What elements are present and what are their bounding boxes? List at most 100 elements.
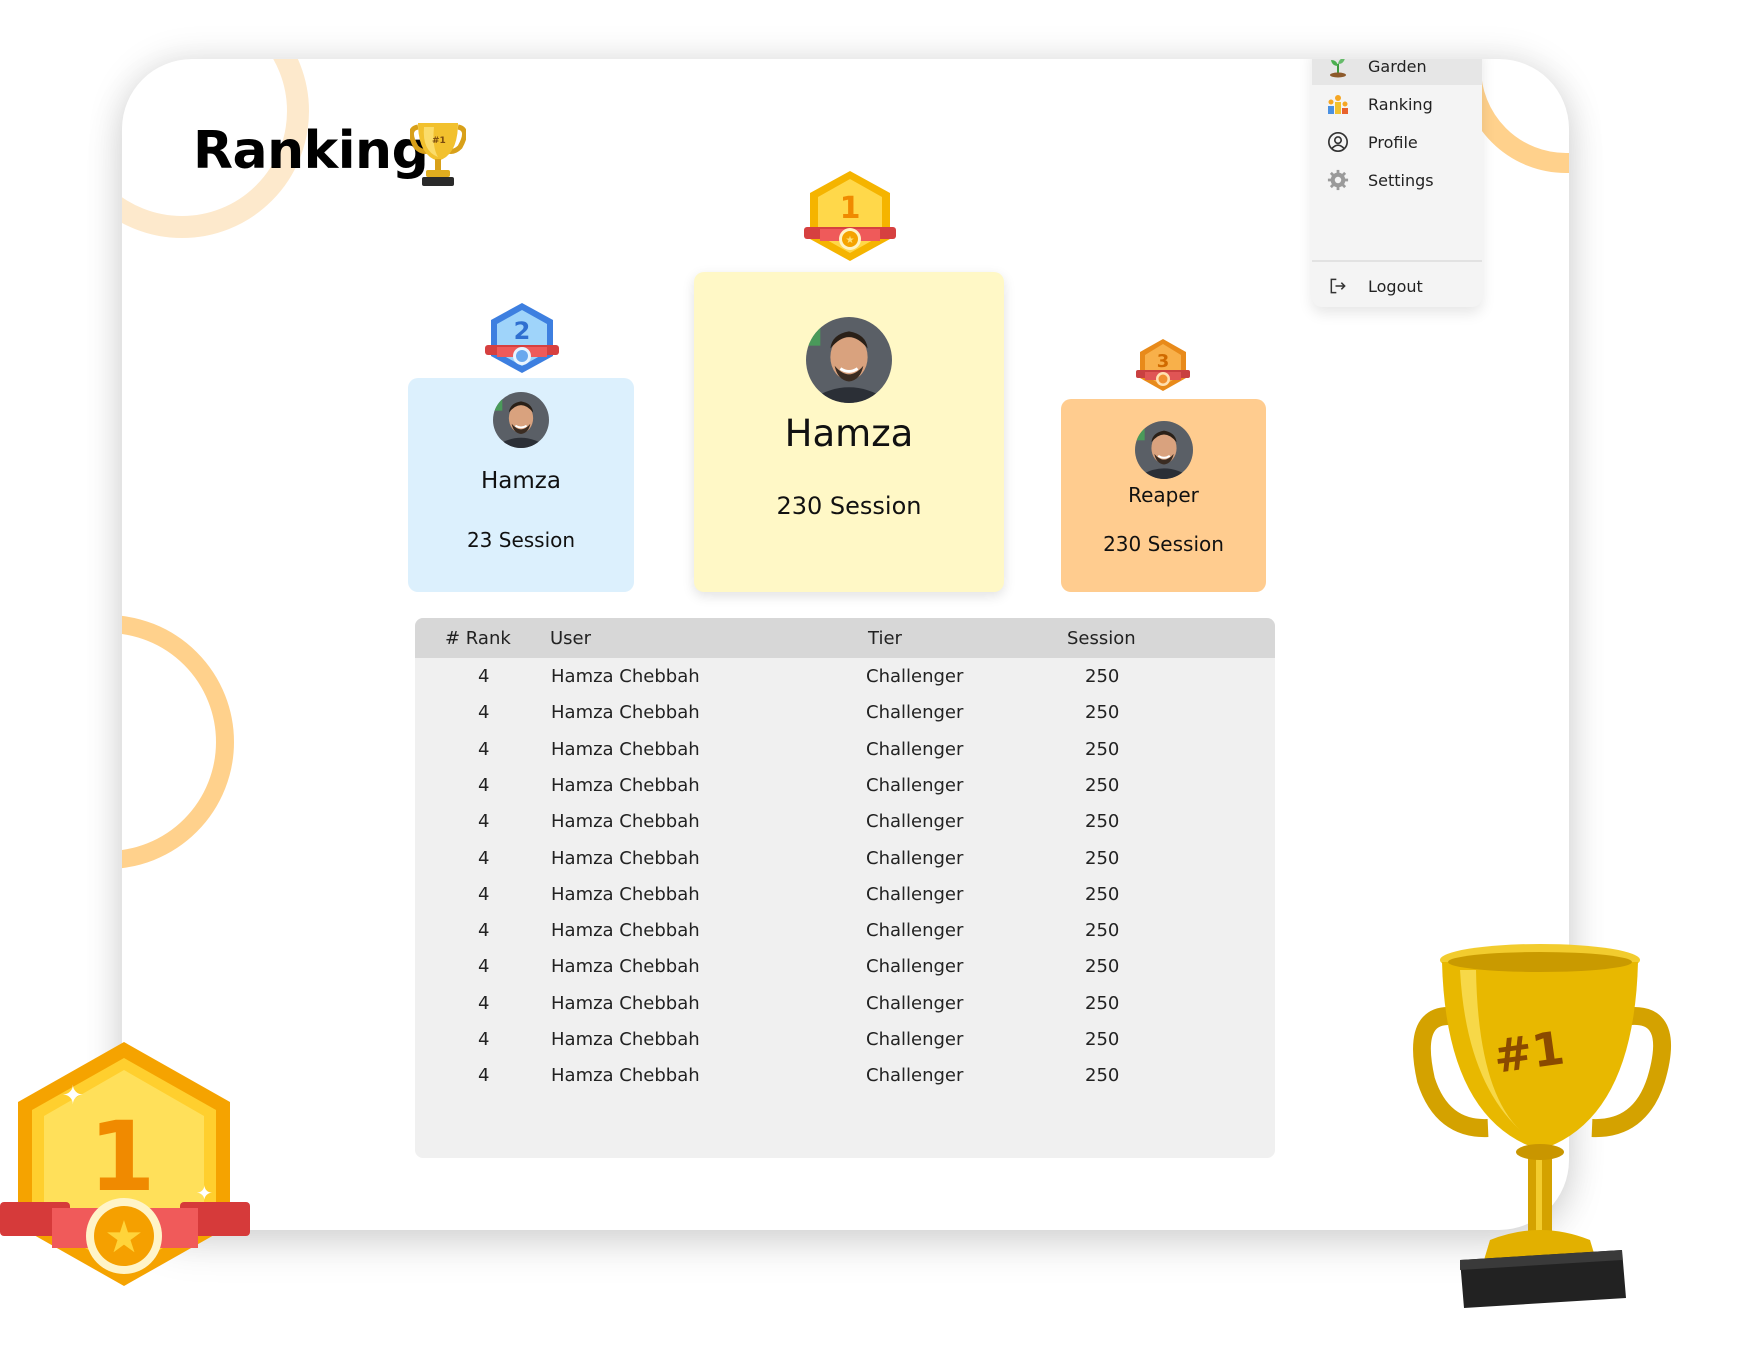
table-row[interactable]: 4 Hamza Chebbah Challenger 250 <box>415 694 1275 730</box>
menu-divider <box>1312 260 1482 262</box>
second-place-badge-icon: 2 <box>485 303 559 373</box>
tier-cell: Challenger <box>866 847 964 869</box>
table-row[interactable]: 4 Hamza Chebbah Challenger 250 <box>415 767 1275 803</box>
table-row[interactable]: 4 Hamza Chebbah Challenger 250 <box>415 912 1275 948</box>
large-first-place-badge-icon: ✦ ✦ 1 ★ <box>0 1042 250 1286</box>
table-row[interactable]: 4 Hamza Chebbah Challenger 250 <box>415 1057 1275 1093</box>
first-place-badge-icon: ★ 1 <box>804 171 896 261</box>
third-place-badge-icon: 3 <box>1136 339 1190 391</box>
menu-item-label: Settings <box>1368 170 1434 190</box>
rank-cell: 4 <box>478 956 490 978</box>
ranking-card: Ranking #1 Garden Ranking Profile Settin… <box>122 59 1569 1230</box>
gear-icon <box>1326 168 1350 192</box>
tier-cell: Challenger <box>866 883 964 905</box>
user-cell: Hamza Chebbah <box>551 992 700 1014</box>
menu-item-profile[interactable]: Profile <box>1312 123 1482 161</box>
badge-number: 1 <box>89 1101 156 1213</box>
player-name: Hamza <box>784 412 914 455</box>
user-cell: Hamza Chebbah <box>551 666 700 687</box>
table-row[interactable]: 4 Hamza Chebbah Challenger 250 <box>415 985 1275 1021</box>
column-header-session[interactable]: Session <box>1067 628 1136 649</box>
user-cell: Hamza Chebbah <box>551 920 700 942</box>
table-row[interactable]: 4 Hamza Chebbah Challenger 250 <box>415 948 1275 984</box>
svg-text:★: ★ <box>846 235 855 246</box>
podium-icon <box>1326 92 1350 116</box>
column-header-tier[interactable]: Tier <box>868 628 902 649</box>
session-cell: 250 <box>1085 811 1120 833</box>
svg-text:#1: #1 <box>432 136 446 146</box>
tier-cell: Challenger <box>866 666 964 687</box>
session-cell: 250 <box>1085 992 1120 1014</box>
tier-cell: Challenger <box>866 1065 964 1087</box>
badge-number: 1 <box>840 191 861 226</box>
table-row[interactable]: 4 Hamza Chebbah Challenger 250 <box>415 731 1275 767</box>
rank-cell: 4 <box>478 920 490 942</box>
rank-cell: 4 <box>478 883 490 905</box>
rank-cell: 4 <box>478 738 490 760</box>
player-sessions: 230 Session <box>1103 532 1224 556</box>
svg-text:✦: ✦ <box>62 1081 84 1111</box>
session-cell: 250 <box>1085 956 1120 978</box>
third-place-card[interactable]: Reaper 230 Session <box>1061 399 1266 592</box>
trophy-label: #1 <box>1490 1020 1567 1083</box>
avatar <box>493 392 549 448</box>
session-cell: 250 <box>1085 666 1120 687</box>
column-header-rank[interactable]: # Rank <box>445 628 511 649</box>
menu-item-garden[interactable]: Garden <box>1312 59 1482 85</box>
tier-cell: Challenger <box>866 956 964 978</box>
menu-item-settings[interactable]: Settings <box>1312 161 1482 199</box>
avatar <box>806 317 892 403</box>
session-cell: 250 <box>1085 702 1120 724</box>
sprout-icon <box>1326 59 1350 78</box>
table-row[interactable]: 4 Hamza Chebbah Challenger 250 <box>415 658 1275 694</box>
table-header: # Rank User Tier Session <box>415 618 1275 658</box>
menu-item-label: Ranking <box>1368 94 1433 114</box>
session-cell: 250 <box>1085 1029 1120 1050</box>
second-place-card[interactable]: Hamza 23 Session <box>408 378 634 592</box>
svg-text:★: ★ <box>104 1212 143 1263</box>
user-cell: Hamza Chebbah <box>551 738 700 760</box>
rank-cell: 4 <box>478 992 490 1014</box>
menu-item-label: Logout <box>1368 276 1423 296</box>
tier-cell: Challenger <box>866 738 964 760</box>
first-place-card[interactable]: Hamza 230 Session <box>694 272 1004 592</box>
session-cell: 250 <box>1085 774 1120 796</box>
session-cell: 250 <box>1085 920 1120 942</box>
menu-item-logout[interactable]: Logout <box>1312 267 1482 305</box>
tier-cell: Challenger <box>866 811 964 833</box>
decorative-ring <box>122 615 234 869</box>
badge-number: 3 <box>1157 351 1170 372</box>
user-cell: Hamza Chebbah <box>551 956 700 978</box>
table-row[interactable]: 4 Hamza Chebbah Challenger 250 <box>415 840 1275 876</box>
rank-cell: 4 <box>478 1029 490 1050</box>
user-dropdown-menu: Garden Ranking Profile Settings Logout <box>1312 59 1482 307</box>
table-row[interactable]: 4 Hamza Chebbah Challenger 250 <box>415 876 1275 912</box>
column-header-user[interactable]: User <box>550 628 591 649</box>
player-sessions: 23 Session <box>466 528 576 552</box>
rank-cell: 4 <box>478 702 490 724</box>
tier-cell: Challenger <box>866 774 964 796</box>
user-cell: Hamza Chebbah <box>551 847 700 869</box>
session-cell: 250 <box>1085 847 1120 869</box>
badge-number: 2 <box>514 317 531 345</box>
large-trophy-icon: #1 <box>1413 944 1672 1308</box>
session-cell: 250 <box>1085 883 1120 905</box>
user-cell: Hamza Chebbah <box>551 883 700 905</box>
player-name: Reaper <box>1128 483 1199 507</box>
tier-cell: Challenger <box>866 702 964 724</box>
page-title: Ranking <box>193 121 429 181</box>
session-cell: 250 <box>1085 1065 1120 1087</box>
rank-cell: 4 <box>478 774 490 796</box>
ranking-table: # Rank User Tier Session 4 Hamza Chebbah C… <box>415 618 1275 1158</box>
table-row[interactable]: 4 Hamza Chebbah Challenger 250 <box>415 803 1275 839</box>
user-cell: Hamza Chebbah <box>551 1065 700 1087</box>
rank-cell: 4 <box>478 1065 490 1087</box>
menu-item-ranking[interactable]: Ranking <box>1312 85 1482 123</box>
tier-cell: Challenger <box>866 920 964 942</box>
user-cell: Hamza Chebbah <box>551 774 700 796</box>
table-row[interactable]: 4 Hamza Chebbah Challenger 250 <box>415 1021 1275 1057</box>
player-sessions: 230 Session <box>776 492 922 520</box>
user-cell: Hamza Chebbah <box>551 811 700 833</box>
svg-text:✦: ✦ <box>196 1181 213 1205</box>
trophy-icon: #1 <box>410 123 466 186</box>
